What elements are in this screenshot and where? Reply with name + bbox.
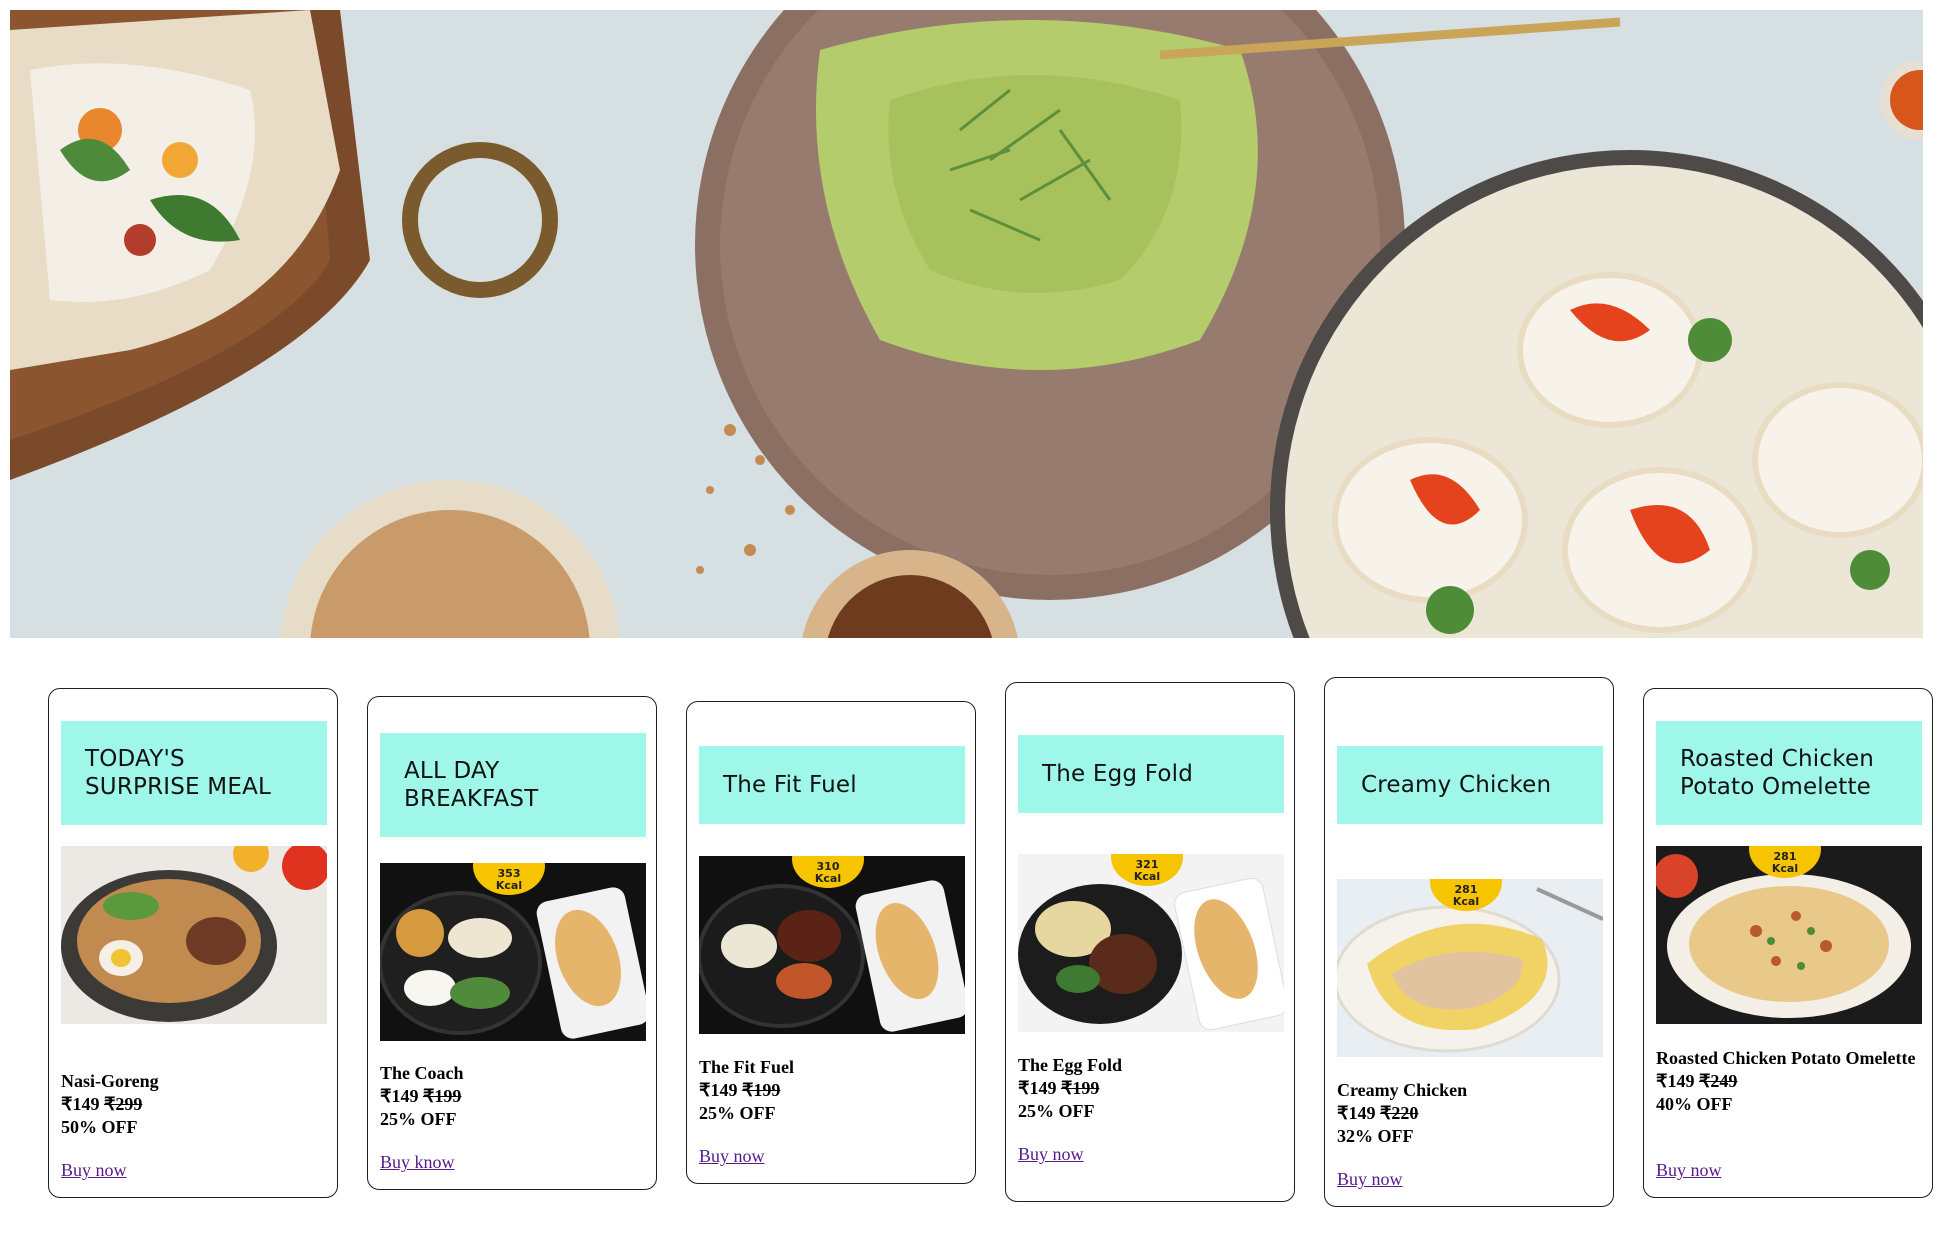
card-title: TODAY'S SURPRISE MEAL (61, 721, 327, 825)
kcal-unit: Kcal (1133, 870, 1161, 883)
meal-card: The Egg Fold 321 Kcal The Egg Fold ₹149 ₹… (1005, 682, 1295, 1202)
price: ₹149 (380, 1086, 419, 1106)
meal-photo-the-egg-fold: 321 Kcal (1018, 854, 1284, 1032)
card-title: Creamy Chicken (1337, 746, 1603, 824)
kcal-unit: Kcal (1452, 895, 1480, 908)
buy-now-link[interactable]: Buy now (699, 1146, 765, 1167)
original-price: ₹199 (422, 1086, 462, 1106)
meal-card: Roasted Chicken Potato Omelette 281 Kcal … (1643, 688, 1933, 1198)
meal-info: The Egg Fold ₹149 ₹199 25% OFF (1018, 1054, 1284, 1123)
card-title: Roasted Chicken Potato Omelette (1656, 721, 1922, 825)
original-price: ₹299 (103, 1094, 143, 1114)
original-price: ₹199 (1060, 1078, 1100, 1098)
price-row: ₹149 ₹249 (1656, 1070, 1922, 1093)
meal-info: Nasi-Goreng ₹149 ₹299 50% OFF (61, 1070, 327, 1139)
kcal-badge: 310 Kcal (792, 856, 864, 888)
discount-label: 50% OFF (61, 1117, 138, 1137)
meal-card: Creamy Chicken 281 Kcal Creamy Chicken ₹1… (1324, 677, 1614, 1207)
meal-name: Roasted Chicken Potato Omelette (1656, 1048, 1916, 1068)
kcal-badge: 281 Kcal (1749, 846, 1821, 878)
meal-photo-roasted-chicken-omelette: 281 Kcal (1656, 846, 1922, 1024)
card-title: ALL DAY BREAKFAST (380, 733, 646, 837)
meal-image (61, 846, 327, 1024)
kcal-badge: 353 Kcal (473, 863, 545, 895)
meal-info: Creamy Chicken ₹149 ₹220 32% OFF (1337, 1079, 1603, 1148)
meal-name: Creamy Chicken (1337, 1080, 1468, 1100)
buy-now-link[interactable]: Buy now (1018, 1144, 1084, 1165)
buy-now-link[interactable]: Buy know (380, 1152, 455, 1173)
price: ₹149 (1337, 1103, 1376, 1123)
meal-name: The Coach (380, 1063, 464, 1083)
price-row: ₹149 ₹199 (380, 1085, 646, 1108)
kcal-unit: Kcal (814, 872, 842, 885)
card-title: The Fit Fuel (699, 746, 965, 824)
hero-banner (10, 10, 1923, 638)
hero-food-image (10, 10, 1923, 638)
original-price: ₹249 (1698, 1071, 1738, 1091)
original-price: ₹220 (1379, 1103, 1419, 1123)
meal-info: Roasted Chicken Potato Omelette ₹149 ₹24… (1656, 1047, 1922, 1116)
meal-photo-creamy-chicken: 281 Kcal (1337, 879, 1603, 1057)
meal-name: Nasi-Goreng (61, 1071, 159, 1091)
meal-photo-the-coach: 353 Kcal (380, 863, 646, 1041)
discount-label: 25% OFF (699, 1103, 776, 1123)
meal-card: The Fit Fuel 310 Kcal The Fit Fuel ₹149 ₹… (686, 701, 976, 1184)
meal-name: The Fit Fuel (699, 1057, 794, 1077)
card-title: The Egg Fold (1018, 735, 1284, 813)
kcal-unit: Kcal (495, 879, 523, 892)
meal-card: TODAY'S SURPRISE MEAL Nasi-Goreng ₹149 ₹… (48, 688, 338, 1198)
price: ₹149 (699, 1080, 738, 1100)
meal-name: The Egg Fold (1018, 1055, 1123, 1075)
meal-photo-the-fit-fuel: 310 Kcal (699, 856, 965, 1034)
kcal-unit: Kcal (1771, 862, 1799, 875)
meal-info: The Fit Fuel ₹149 ₹199 25% OFF (699, 1056, 965, 1125)
discount-label: 32% OFF (1337, 1126, 1414, 1146)
price: ₹149 (61, 1094, 100, 1114)
discount-label: 25% OFF (380, 1109, 457, 1129)
discount-label: 40% OFF (1656, 1094, 1733, 1114)
original-price: ₹199 (741, 1080, 781, 1100)
buy-now-link[interactable]: Buy now (61, 1160, 127, 1181)
price-row: ₹149 ₹220 (1337, 1102, 1603, 1125)
buy-now-link[interactable]: Buy now (1337, 1169, 1403, 1190)
buy-now-link[interactable]: Buy now (1656, 1160, 1722, 1181)
meal-card: ALL DAY BREAKFAST 353 Kcal The Coach ₹149… (367, 696, 657, 1190)
price-row: ₹149 ₹299 (61, 1093, 327, 1116)
price: ₹149 (1656, 1071, 1695, 1091)
price-row: ₹149 ₹199 (1018, 1077, 1284, 1100)
price: ₹149 (1018, 1078, 1057, 1098)
discount-label: 25% OFF (1018, 1101, 1095, 1121)
meal-photo-nasi-goreng (61, 846, 327, 1024)
kcal-badge: 281 Kcal (1430, 879, 1502, 911)
kcal-badge: 321 Kcal (1111, 854, 1183, 886)
price-row: ₹149 ₹199 (699, 1079, 965, 1102)
meal-info: The Coach ₹149 ₹199 25% OFF (380, 1062, 646, 1131)
